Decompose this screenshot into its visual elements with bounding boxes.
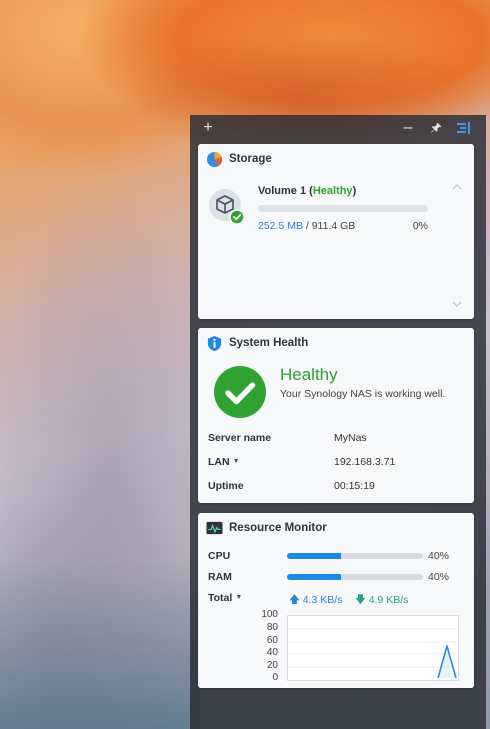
uptime-value: 00:15:19 [334,480,375,492]
storage-widget: Storage Volume 1 (Healthy) 252.5 MB / 91… [198,144,474,319]
wallpaper-water [0,560,200,729]
chevron-down-icon[interactable] [452,299,462,309]
system-health-widget: System Health Healthy Your Synology NAS … [198,328,474,503]
ram-usage-fill [287,574,342,580]
upload-rate: 🡅 4.3 KB/s [289,592,342,610]
chevron-up-icon[interactable] [452,182,462,192]
resource-monitor-widget: Resource Monitor CPU 40% RAM 40% Total ▼ … [198,513,474,688]
cpu-percent: 40% [428,550,450,562]
healthy-check-icon [214,366,266,418]
graph-axis-label: 40 [266,647,278,658]
graph-axis-label: 100 [261,609,278,620]
minus-icon: – [403,119,413,136]
menu-toggle-icon [457,122,470,134]
info-shield-icon [207,335,222,352]
uptime-label: Uptime [208,480,244,492]
upload-rate-value: 4.3 KB/s [302,594,343,606]
ram-percent: 40% [428,571,450,583]
network-graph-plot [288,628,458,679]
monitor-chart-icon [206,521,223,535]
cpu-usage-bar [287,553,423,559]
lan-label: LAN [208,456,230,468]
graph-axis-label: 0 [272,672,278,683]
graph-axis-label: 20 [266,660,278,671]
lan-ip-value: 192.168.3.71 [334,456,396,468]
volume-status: Healthy [312,185,353,197]
health-status: Healthy [280,365,338,384]
network-graph [287,615,459,681]
server-name-value: MyNas [334,432,367,444]
storage-title: Storage [229,153,272,165]
widget-panel: + – Storage Volume 1 (Healthy) 252.5 MB … [190,115,486,729]
cpu-usage-fill [287,553,342,559]
volume-usage-bar [258,205,428,212]
storage-pie-icon [206,151,223,168]
volume-title: Volume 1 (Healthy) [258,185,356,197]
graph-axis-label: 60 [266,635,278,646]
add-widget-button[interactable]: + [198,118,218,138]
widget-menu-button[interactable] [454,118,474,138]
volume-name: Volume 1 ( [258,185,313,197]
volume-close: ) [352,185,357,197]
plus-icon: + [203,119,213,136]
caret-down-icon: ▼ [235,594,243,601]
volume-percent: 0% [412,220,428,232]
download-arrow-icon: 🡇 [355,594,366,606]
volume-cube-icon [209,189,245,225]
server-name-label: Server name [208,432,272,444]
cpu-label: CPU [208,550,231,562]
ram-usage-bar [287,574,423,580]
pin-panel-button[interactable] [426,118,446,138]
ram-label: RAM [208,571,232,583]
volume-usage-text: 252.5 MB / 911.4 GB [258,220,355,232]
caret-down-icon: ▼ [232,458,240,465]
upload-arrow-icon: 🡅 [289,594,300,606]
volume-total: 911.4 GB [311,220,356,232]
total-dropdown[interactable]: Total ▼ [208,592,242,604]
download-rate: 🡇 4.9 KB/s [355,592,408,610]
volume-separator: / [302,220,312,232]
pin-icon [431,122,442,133]
graph-axis-label: 80 [266,622,278,633]
system-health-title: System Health [229,337,309,349]
minimize-panel-button[interactable]: – [398,118,418,138]
health-message: Your Synology NAS is working well. [280,388,446,400]
resource-monitor-title: Resource Monitor [229,522,327,534]
lan-dropdown[interactable]: LAN ▼ [208,456,240,468]
volume-used: 252.5 MB [258,220,303,232]
widget-toolbar: + – [190,115,486,141]
total-label: Total [208,592,233,604]
download-rate-value: 4.9 KB/s [368,594,409,606]
